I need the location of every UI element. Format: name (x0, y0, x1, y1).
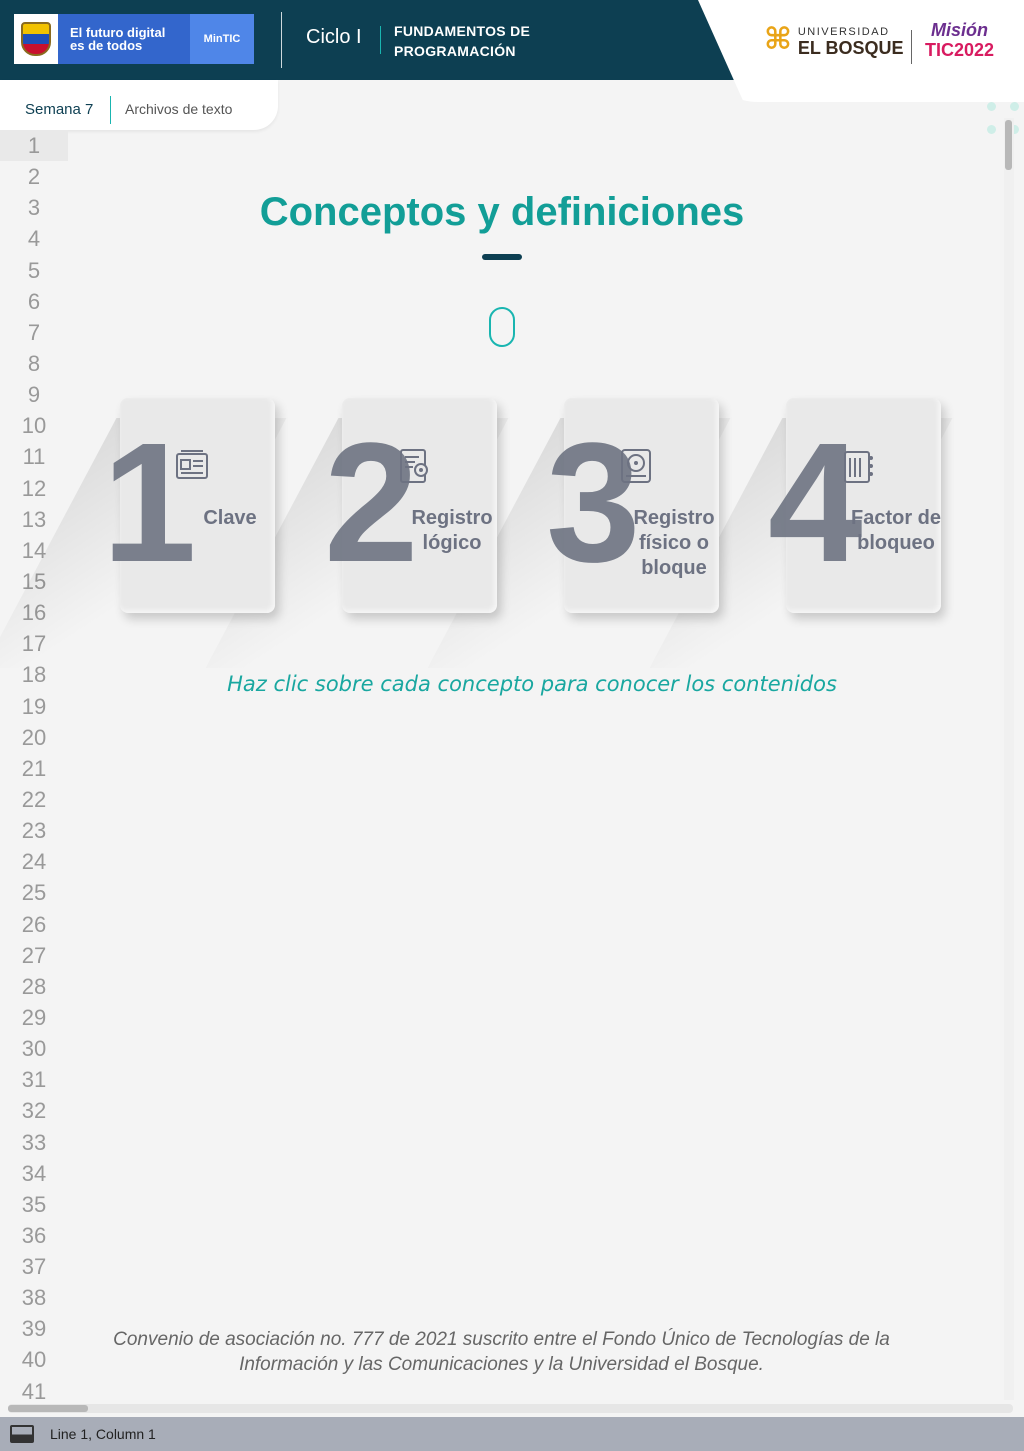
concept-card-1[interactable]: 1 Clave (102, 398, 280, 613)
card-number: 1 (102, 408, 197, 598)
breadcrumb-week[interactable]: Semana 7 (25, 101, 93, 118)
course-title-line-2: PROGRAMACIÓN (394, 43, 516, 59)
line-number: 27 (21, 942, 47, 968)
line-number: 20 (21, 724, 47, 750)
gov-logo: El futuro digital es de todos MinTIC (14, 14, 254, 64)
hard-disk-icon (621, 449, 651, 483)
line-number: 39 (21, 1316, 47, 1342)
concept-card-4[interactable]: 4 Factor de bloqueo (768, 398, 946, 613)
line-number: 37 (21, 1254, 47, 1280)
card-number: 3 (546, 408, 641, 598)
line-number: 34 (21, 1160, 47, 1186)
line-number: 36 (21, 1222, 47, 1248)
id-card-icon (176, 450, 208, 479)
line-number: 23 (21, 818, 47, 844)
course-title: FUNDAMENTOS DE PROGRAMACIÓN (394, 21, 530, 61)
line-number: 26 (21, 911, 47, 937)
cycle-label: Ciclo I (306, 26, 362, 48)
line-number: 22 (21, 786, 47, 812)
footer-agreement-text: Convenio de asociación no. 777 de 2021 s… (113, 1329, 890, 1375)
instruction-text: Haz clic sobre cada concepto para conoce… (227, 672, 837, 696)
card-label: Registro lógico (411, 507, 493, 554)
decorative-dots-icon (985, 100, 1021, 136)
logo-divider (911, 30, 912, 64)
header-divider-accent (380, 26, 381, 54)
line-number: 2 (27, 164, 41, 190)
status-bar: Line 1, Column 1 (0, 1417, 1024, 1451)
line-number: 10 (21, 413, 47, 439)
line-number: 11 (22, 444, 46, 470)
card-number: 2 (324, 408, 419, 598)
breadcrumb-topic: Archivos de texto (125, 101, 233, 117)
tic-text: TIC2022 (925, 40, 995, 60)
mision-text: Misión (931, 20, 989, 40)
line-number: 28 (21, 973, 47, 999)
line-number: 29 (21, 1004, 47, 1030)
breadcrumb: Semana 7 Archivos de texto (0, 80, 278, 130)
concept-card-2[interactable]: 2 Registro lógico (324, 398, 502, 613)
line-number: 25 (21, 880, 47, 906)
line-number: 1 (0, 130, 68, 162)
line-number: 5 (27, 257, 41, 283)
line-number: 6 (27, 288, 41, 314)
line-number: 7 (27, 319, 41, 345)
gov-slogan: El futuro digital es de todos (70, 25, 166, 53)
line-number: 30 (21, 1036, 47, 1062)
header-divider (281, 12, 282, 68)
course-title-line-1: FUNDAMENTOS DE (394, 23, 531, 39)
line-number: 9 (27, 382, 41, 408)
line-number: 38 (21, 1285, 47, 1311)
university-emblem-icon: ⌘ (764, 23, 792, 56)
cursor-position: Line 1, Column 1 (50, 1426, 156, 1442)
card-label: Clave (203, 507, 257, 529)
vertical-scrollbar[interactable] (1004, 118, 1014, 1400)
document-gear-icon (400, 449, 428, 483)
line-number: 24 (21, 849, 47, 875)
mision-tic-logo: Misión TIC2022 (925, 20, 994, 60)
line-number: 12 (21, 475, 47, 501)
concept-card-3[interactable]: 3 Registro físico o bloque (546, 398, 724, 613)
colombia-emblem-icon (14, 14, 58, 64)
horizontal-scroll-thumb[interactable] (8, 1405, 88, 1412)
line-number-gutter: 1 2 3 4 5 6 7 8 9 10 11 12 13 14 15 16 17 18 19 20 21 22 23 24 2… (0, 130, 68, 1404)
line-number: 32 (21, 1098, 47, 1124)
scroll-hint-icon (489, 307, 515, 347)
university-name: EL BOSQUE (797, 38, 904, 58)
data-document-icon (844, 451, 873, 483)
line-number: 41 (21, 1378, 47, 1404)
line-number: 31 (21, 1067, 47, 1093)
toggle-panel-icon[interactable] (10, 1425, 34, 1443)
card-number: 4 (768, 408, 863, 598)
card-label: Factor de bloqueo (850, 507, 942, 554)
mintic-badge: MinTIC (190, 14, 254, 64)
line-number: 33 (21, 1129, 47, 1155)
line-number: 8 (27, 350, 41, 376)
title-underline (482, 254, 522, 260)
line-number: 21 (21, 755, 47, 781)
vertical-scroll-thumb[interactable] (1005, 120, 1012, 170)
page-title: Conceptos y definiciones (259, 190, 745, 234)
line-number: 19 (21, 693, 47, 719)
line-number: 40 (21, 1347, 47, 1373)
card-label: Registro físico o bloque (633, 507, 715, 579)
breadcrumb-divider (110, 96, 111, 124)
university-logo: ⌘ UNIVERSIDAD EL BOSQUE (764, 23, 904, 58)
horizontal-scrollbar[interactable] (8, 1404, 1013, 1413)
line-number: 35 (21, 1191, 47, 1217)
